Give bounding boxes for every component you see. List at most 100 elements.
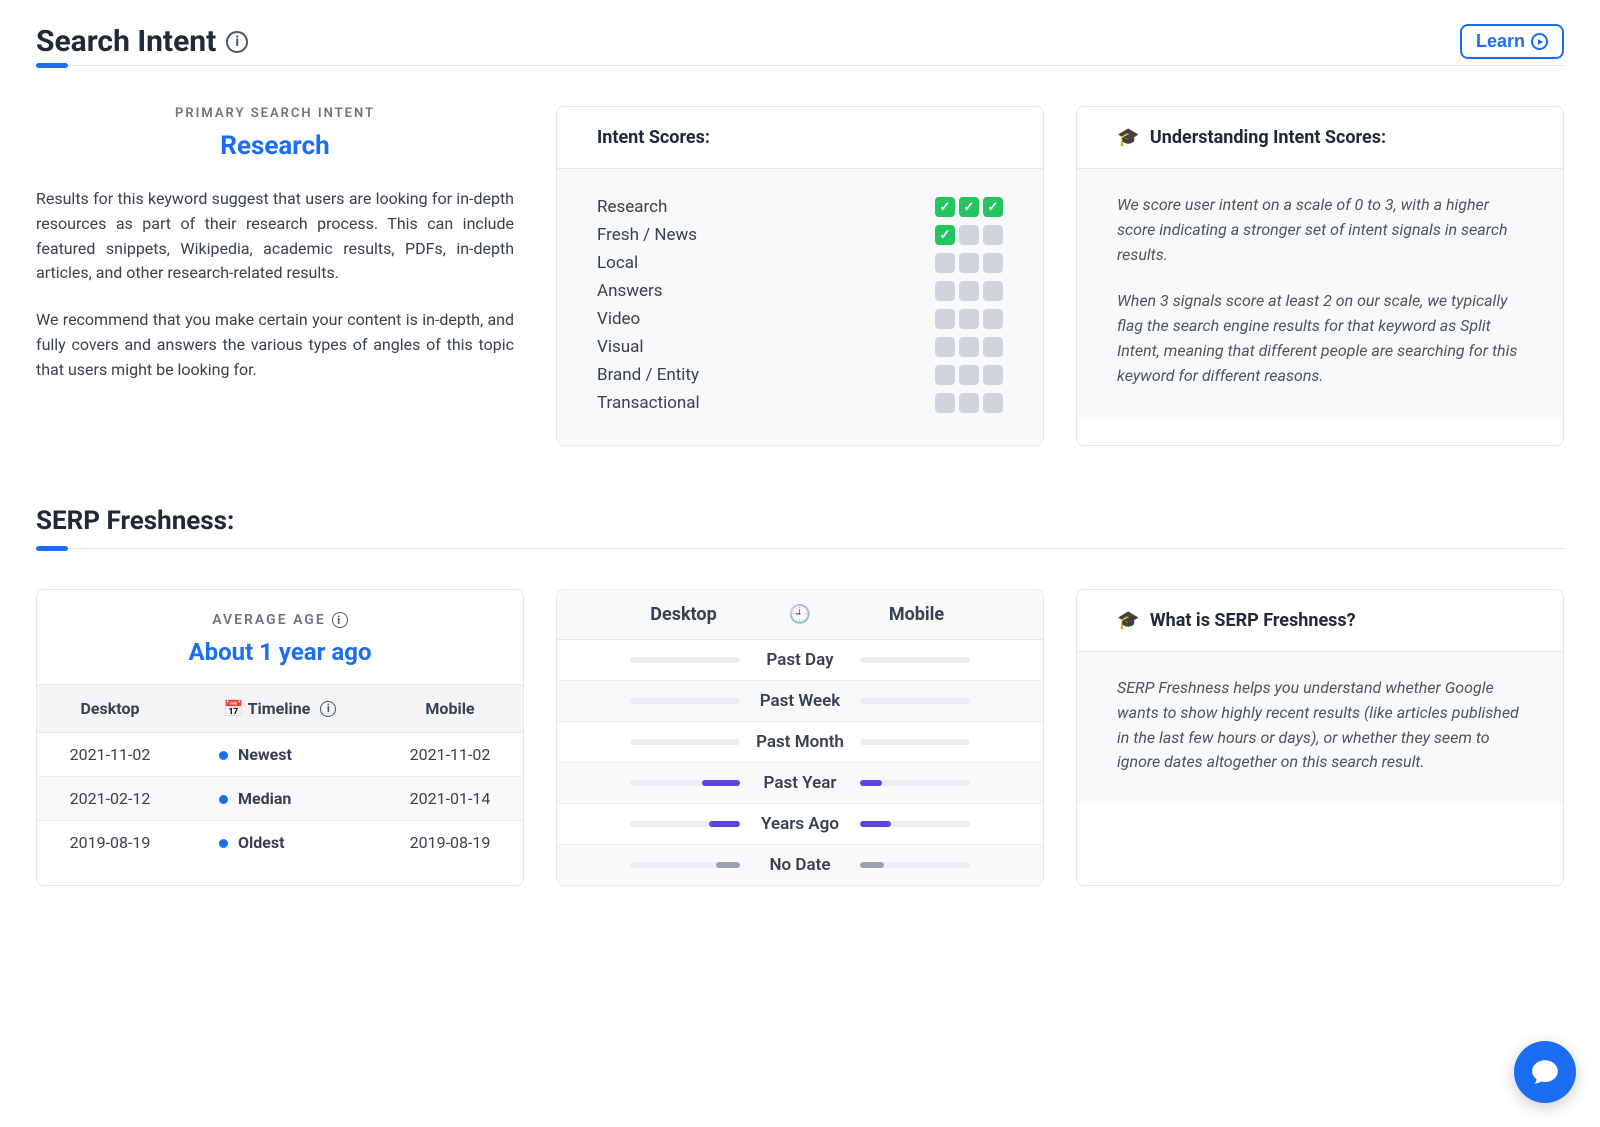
bar-mobile [860, 657, 970, 663]
col-desktop: Desktop [37, 685, 183, 733]
clock-icon: 🕘 [780, 604, 820, 625]
calendar-icon: 📅 [224, 699, 244, 718]
info-icon[interactable]: i [332, 612, 348, 628]
intent-score-label: Transactional [597, 393, 700, 413]
primary-intent-paragraph-1: Results for this keyword suggest that us… [36, 187, 514, 286]
table-row: 2021-11-02Newest2021-11-02 [37, 733, 523, 777]
check-empty [935, 337, 955, 357]
bar-desktop [630, 698, 740, 704]
check-empty [959, 225, 979, 245]
bullet-icon [219, 839, 228, 848]
understanding-card: 🎓 Understanding Intent Scores: We score … [1076, 106, 1564, 446]
check-empty [983, 309, 1003, 329]
intent-score-row: Local [597, 249, 1003, 277]
primary-intent-eyebrow: PRIMARY SEARCH INTENT [36, 106, 514, 121]
intent-score-label: Local [597, 253, 638, 273]
freshness-label: Years Ago [740, 814, 860, 834]
intent-scores-title: Intent Scores: [557, 107, 1043, 169]
check-empty [959, 253, 979, 273]
check-empty [959, 309, 979, 329]
check-empty [935, 365, 955, 385]
intent-score-label: Answers [597, 281, 663, 301]
freshness-row: Past Week [557, 681, 1043, 722]
check-icon: ✓ [983, 197, 1003, 217]
freshness-row: Past Month [557, 722, 1043, 763]
search-intent-title: Search Intent [36, 24, 216, 59]
freshness-row: No Date [557, 845, 1043, 885]
serp-freshness-info-paragraph: SERP Freshness helps you understand whet… [1117, 676, 1523, 775]
intent-score-label: Fresh / News [597, 225, 697, 245]
bar-mobile [860, 698, 970, 704]
timeline-table: Desktop 📅 Timeline i Mobile 2021-11-02Ne… [37, 684, 523, 864]
freshness-label: Past Month [740, 732, 860, 752]
col-mobile: Mobile [377, 685, 523, 733]
intent-score-row: Video [597, 305, 1003, 333]
freshness-row: Years Ago [557, 804, 1043, 845]
bar-desktop [630, 780, 740, 786]
page-title: Search Intent i [36, 24, 248, 59]
bar-mobile [860, 780, 970, 786]
cell-timeline-label: Median [183, 777, 377, 821]
table-row: 2019-08-19Oldest2019-08-19 [37, 821, 523, 865]
cell-timeline-label: Newest [183, 733, 377, 777]
check-icon: ✓ [935, 225, 955, 245]
check-empty [983, 393, 1003, 413]
col-desktop: Desktop [587, 604, 780, 625]
intent-score-label: Research [597, 197, 667, 217]
intent-score-row: Transactional [597, 389, 1003, 417]
average-age-eyebrow: AVERAGE AGE i [47, 612, 513, 628]
check-empty [959, 337, 979, 357]
bar-desktop [630, 821, 740, 827]
graduation-cap-icon: 🎓 [1117, 127, 1139, 148]
bar-desktop [630, 657, 740, 663]
intent-score-checks [935, 309, 1003, 329]
cell-desktop-date: 2019-08-19 [37, 821, 183, 865]
understanding-paragraph-2: When 3 signals score at least 2 on our s… [1117, 289, 1523, 388]
col-timeline: 📅 Timeline i [183, 685, 377, 733]
chat-icon [1530, 1057, 1560, 1087]
learn-button[interactable]: Learn [1460, 24, 1564, 59]
check-icon: ✓ [959, 197, 979, 217]
intent-score-checks [935, 253, 1003, 273]
intent-score-row: Fresh / News ✓ [597, 221, 1003, 249]
cell-mobile-date: 2021-11-02 [377, 733, 523, 777]
intent-score-label: Video [597, 309, 640, 329]
freshness-label: No Date [740, 855, 860, 875]
cell-mobile-date: 2021-01-14 [377, 777, 523, 821]
freshness-label: Past Week [740, 691, 860, 711]
intent-score-checks [935, 393, 1003, 413]
table-row: 2021-02-12Median2021-01-14 [37, 777, 523, 821]
check-empty [983, 253, 1003, 273]
check-empty [983, 225, 1003, 245]
intent-score-row: Answers [597, 277, 1003, 305]
intent-score-label: Brand / Entity [597, 365, 699, 385]
intent-score-row: Visual [597, 333, 1003, 361]
bar-desktop [630, 862, 740, 868]
col-mobile: Mobile [820, 604, 1013, 625]
divider [36, 548, 1564, 549]
bar-desktop [630, 739, 740, 745]
graduation-cap-icon: 🎓 [1117, 610, 1139, 631]
chat-button[interactable] [1514, 1041, 1576, 1103]
intent-score-label: Visual [597, 337, 643, 357]
intent-score-checks: ✓✓✓ [935, 197, 1003, 217]
bar-mobile [860, 739, 970, 745]
info-icon[interactable]: i [320, 701, 336, 717]
freshness-row: Past Year [557, 763, 1043, 804]
check-empty [935, 281, 955, 301]
intent-score-checks [935, 281, 1003, 301]
intent-score-checks [935, 365, 1003, 385]
cell-desktop-date: 2021-02-12 [37, 777, 183, 821]
check-empty [959, 393, 979, 413]
check-empty [935, 393, 955, 413]
intent-score-row: Research ✓✓✓ [597, 193, 1003, 221]
primary-intent-value: Research [36, 131, 514, 161]
divider [36, 65, 1564, 66]
info-icon[interactable]: i [226, 31, 248, 53]
freshness-distribution-card: Desktop 🕘 Mobile Past DayPast WeekPast M… [556, 589, 1044, 886]
bullet-icon [219, 751, 228, 760]
check-empty [959, 365, 979, 385]
check-empty [935, 309, 955, 329]
bullet-icon [219, 795, 228, 804]
check-empty [983, 337, 1003, 357]
